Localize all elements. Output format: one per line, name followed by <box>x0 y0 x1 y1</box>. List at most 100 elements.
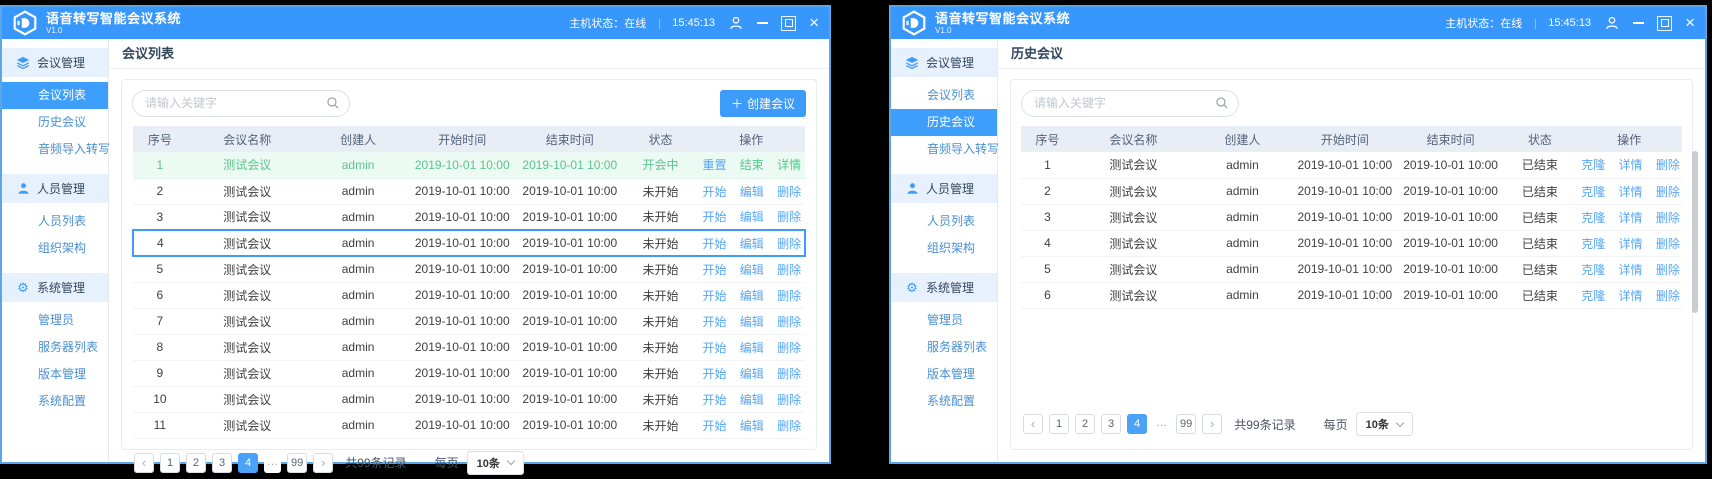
sidebar-group-meeting[interactable]: 会议管理 <box>891 48 997 77</box>
page-size-select[interactable]: 10条 <box>467 451 524 475</box>
sidebar-group-meeting[interactable]: 会议管理 <box>2 48 108 77</box>
page-button[interactable]: › <box>1202 414 1222 434</box>
row-action-3[interactable]: 删除 <box>777 419 801 433</box>
sidebar-item[interactable]: 系统配置 <box>891 388 997 415</box>
sidebar-item[interactable]: 服务器列表 <box>891 334 997 361</box>
page-button[interactable]: 2 <box>1075 414 1095 434</box>
table-row[interactable]: 3 测试会议 admin 2019-10-01 10:00 2019-10-01… <box>1021 204 1682 230</box>
row-action-3[interactable]: 删除 <box>1656 237 1680 251</box>
row-action-2[interactable]: 编辑 <box>740 393 764 407</box>
row-action-1[interactable]: 克隆 <box>1581 263 1605 277</box>
user-icon[interactable] <box>728 14 744 32</box>
maximize-button[interactable] <box>1657 14 1672 32</box>
row-action-3[interactable]: 删除 <box>777 210 801 224</box>
search-icon[interactable] <box>326 96 340 110</box>
page-button[interactable]: … <box>1153 414 1170 434</box>
row-action-1[interactable]: 克隆 <box>1581 158 1605 172</box>
row-action-1[interactable]: 开始 <box>702 393 726 407</box>
row-action-2[interactable]: 编辑 <box>740 419 764 433</box>
sidebar-item[interactable]: 管理员 <box>2 307 108 334</box>
row-action-1[interactable]: 开始 <box>702 367 726 381</box>
row-action-3[interactable]: 删除 <box>1656 185 1680 199</box>
sidebar-item[interactable]: 历史会议 <box>2 109 108 136</box>
minimize-button[interactable] <box>757 14 768 32</box>
row-action-3[interactable]: 删除 <box>1656 289 1680 303</box>
search-icon[interactable] <box>1215 96 1229 110</box>
sidebar-item[interactable]: 音频导入转写 <box>891 136 997 163</box>
page-size-select[interactable]: 10条 <box>1356 412 1413 436</box>
row-action-2[interactable]: 详情 <box>1619 211 1643 225</box>
sidebar-group-system[interactable]: ⚙ 系统管理 <box>2 273 108 302</box>
sidebar-group-people[interactable]: 人员管理 <box>2 174 108 203</box>
close-button[interactable]: × <box>809 14 819 32</box>
row-action-3[interactable]: 删除 <box>777 367 801 381</box>
table-row[interactable]: 4 测试会议 admin 2019-10-01 10:00 2019-10-01… <box>1021 230 1682 256</box>
row-action-2[interactable]: 详情 <box>1619 263 1643 277</box>
row-action-1[interactable]: 克隆 <box>1581 185 1605 199</box>
sidebar-item[interactable]: 组织架构 <box>891 235 997 262</box>
row-action-1[interactable]: 开始 <box>702 263 726 277</box>
table-row[interactable]: 2 测试会议 admin 2019-10-01 10:00 2019-10-01… <box>1021 178 1682 204</box>
scrollbar[interactable] <box>1692 151 1698 313</box>
table-row[interactable]: 2 测试会议 admin 2019-10-01 10:00 2019-10-01… <box>133 178 805 204</box>
page-button[interactable]: 4 <box>238 453 258 473</box>
create-meeting-button[interactable]: ＋ 创建会议 <box>720 90 806 117</box>
row-action-3[interactable]: 删除 <box>777 185 801 199</box>
sidebar-item[interactable]: 音频导入转写 <box>2 136 108 163</box>
row-action-1[interactable]: 重置 <box>702 158 726 172</box>
table-row[interactable]: 5 测试会议 admin 2019-10-01 10:00 2019-10-01… <box>133 256 805 282</box>
sidebar-item[interactable]: 版本管理 <box>2 361 108 388</box>
table-row[interactable]: 1 测试会议 admin 2019-10-01 10:00 2019-10-01… <box>1021 152 1682 178</box>
maximize-button[interactable] <box>781 14 796 32</box>
page-button[interactable]: › <box>313 453 333 473</box>
row-action-2[interactable]: 编辑 <box>740 210 764 224</box>
sidebar-group-people[interactable]: 人员管理 <box>891 174 997 203</box>
row-action-1[interactable]: 开始 <box>702 289 726 303</box>
row-action-1[interactable]: 克隆 <box>1581 237 1605 251</box>
sidebar-item[interactable]: 系统配置 <box>2 388 108 415</box>
row-action-1[interactable]: 开始 <box>702 419 726 433</box>
row-action-2[interactable]: 详情 <box>1619 158 1643 172</box>
row-action-3[interactable]: 详情 <box>777 158 801 172</box>
search-input[interactable] <box>1021 90 1239 117</box>
table-row[interactable]: 7 测试会议 admin 2019-10-01 10:00 2019-10-01… <box>133 308 805 334</box>
sidebar-item[interactable]: 人员列表 <box>891 208 997 235</box>
page-button[interactable]: 3 <box>1101 414 1121 434</box>
page-button[interactable]: 1 <box>1049 414 1069 434</box>
search-input[interactable] <box>132 90 350 117</box>
sidebar-item[interactable]: 历史会议 <box>891 109 997 136</box>
sidebar-item[interactable]: 管理员 <box>891 307 997 334</box>
row-action-1[interactable]: 开始 <box>702 210 726 224</box>
row-action-3[interactable]: 删除 <box>1656 263 1680 277</box>
table-row[interactable]: 11 测试会议 admin 2019-10-01 10:00 2019-10-0… <box>133 412 805 438</box>
row-action-2[interactable]: 编辑 <box>740 263 764 277</box>
row-action-1[interactable]: 开始 <box>702 315 726 329</box>
page-button[interactable]: 99 <box>287 453 307 473</box>
page-button[interactable]: ‹ <box>1023 414 1043 434</box>
row-action-1[interactable]: 克隆 <box>1581 289 1605 303</box>
table-row[interactable]: 6 测试会议 admin 2019-10-01 10:00 2019-10-01… <box>133 282 805 308</box>
row-action-2[interactable]: 详情 <box>1619 185 1643 199</box>
row-action-1[interactable]: 开始 <box>702 341 726 355</box>
page-button[interactable]: 1 <box>160 453 180 473</box>
sidebar-item[interactable]: 版本管理 <box>891 361 997 388</box>
row-action-2[interactable]: 编辑 <box>740 367 764 381</box>
table-row[interactable]: 5 测试会议 admin 2019-10-01 10:00 2019-10-01… <box>1021 256 1682 282</box>
page-button[interactable]: 4 <box>1127 414 1147 434</box>
user-icon[interactable] <box>1604 14 1620 32</box>
row-action-3[interactable]: 删除 <box>777 393 801 407</box>
page-button[interactable]: 2 <box>186 453 206 473</box>
close-button[interactable]: × <box>1685 14 1695 32</box>
sidebar-item[interactable]: 人员列表 <box>2 208 108 235</box>
row-action-3[interactable]: 删除 <box>777 263 801 277</box>
row-action-1[interactable]: 开始 <box>702 185 726 199</box>
row-action-1[interactable]: 开始 <box>702 237 726 251</box>
table-row[interactable]: 10 测试会议 admin 2019-10-01 10:00 2019-10-0… <box>133 386 805 412</box>
row-action-3[interactable]: 删除 <box>1656 211 1680 225</box>
row-action-3[interactable]: 删除 <box>777 289 801 303</box>
page-button[interactable]: ‹ <box>134 453 154 473</box>
row-action-1[interactable]: 克隆 <box>1581 211 1605 225</box>
sidebar-item[interactable]: 会议列表 <box>2 82 108 109</box>
page-button[interactable]: 99 <box>1176 414 1196 434</box>
sidebar-item[interactable]: 服务器列表 <box>2 334 108 361</box>
